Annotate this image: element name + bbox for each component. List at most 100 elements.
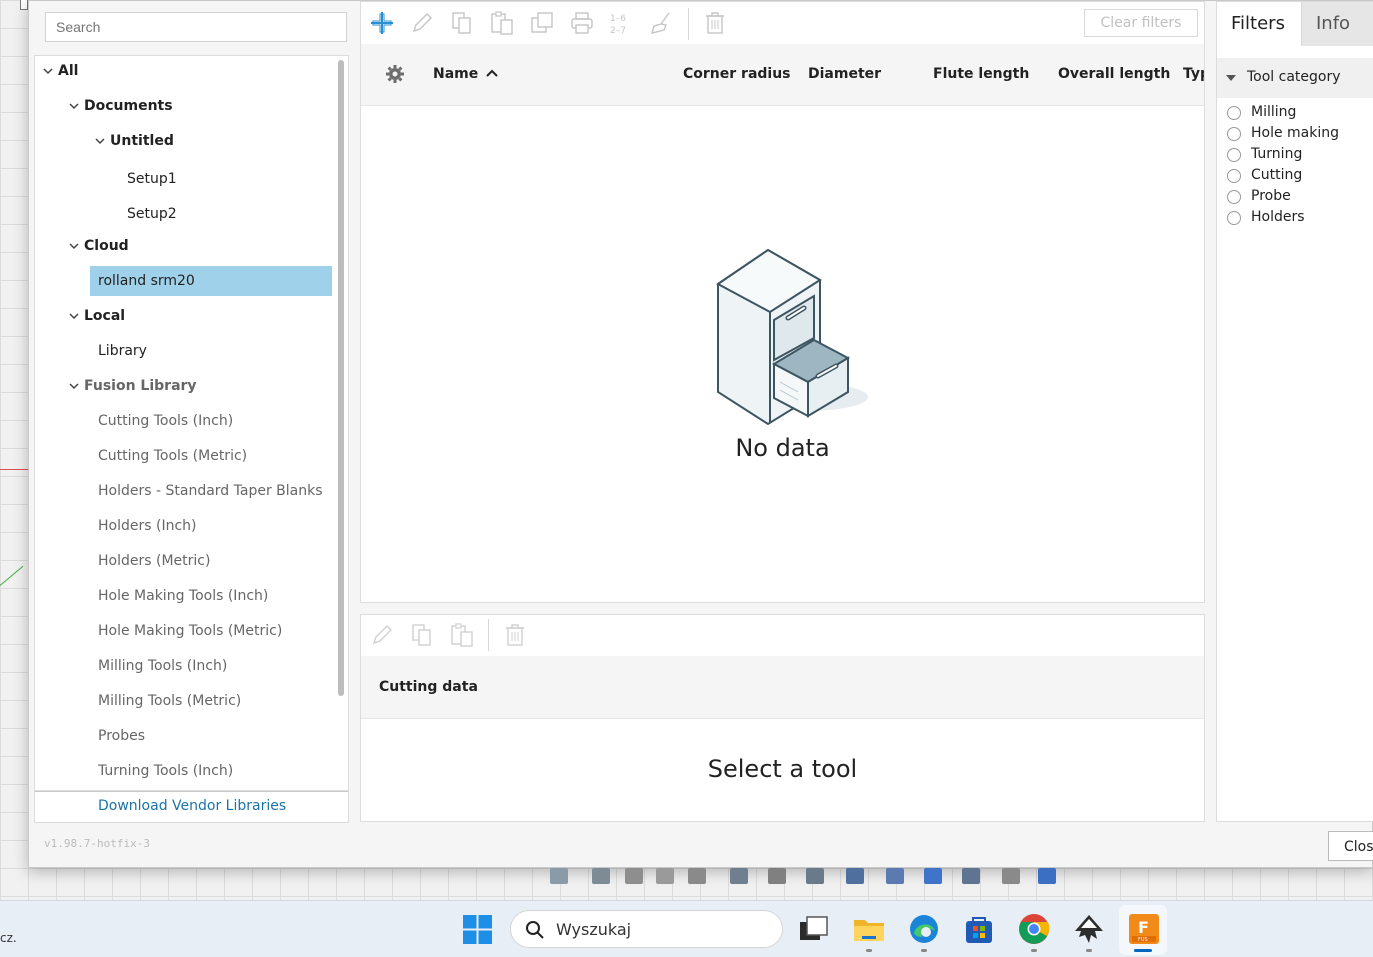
tool-category-header[interactable]: Tool category [1217,58,1373,98]
trash-icon [506,624,524,646]
edit-button[interactable] [409,10,435,36]
delete-cutting-button[interactable] [502,622,528,648]
render-icon[interactable] [924,868,942,884]
tree-item-label: Documents [84,98,173,114]
tree-item-holders-standard-taper[interactable]: Holders - Standard Taper Blanks [98,476,323,506]
rotate-icon[interactable] [886,868,904,884]
category-label: Probe [1251,188,1291,204]
pan-icon[interactable] [625,868,643,884]
tree-item-setup2[interactable]: Setup2 [127,199,177,229]
tree-item-documents[interactable]: Documents [84,91,173,121]
viewports-icon[interactable] [806,868,824,884]
paste-button[interactable] [489,10,515,36]
windows-start-icon[interactable] [463,915,492,944]
tree-item-label: Holders (Inch) [98,518,197,534]
renumber-button[interactable]: 1–6 2–7 [609,10,635,36]
chevron-down-icon[interactable] [69,101,79,111]
tab-info[interactable]: Info [1301,2,1373,46]
tree-item-milling-tools-inch[interactable]: Milling Tools (Inch) [98,651,227,681]
inkscape-icon[interactable] [1073,913,1105,945]
download-row: Download Vendor Libraries [34,791,349,823]
chevron-down-icon[interactable] [69,241,79,251]
taskbar-search-box[interactable]: Wyszukaj [510,910,783,948]
column-corner-radius[interactable]: Corner radius [683,66,791,82]
display-icon[interactable] [730,868,748,884]
section-icon[interactable] [846,868,864,884]
radio-button[interactable] [1227,190,1241,204]
tab-filters[interactable]: Filters [1217,2,1301,46]
task-view-icon[interactable] [798,913,830,945]
tree-item-label: Cutting Tools (Inch) [98,413,234,429]
tree-item-label: Hole Making Tools (Inch) [98,588,269,604]
column-name[interactable]: Name [433,66,498,82]
chevron-down-icon[interactable] [43,66,53,76]
fusion-360-icon[interactable]: F FUS [1128,913,1160,945]
column-flute-length[interactable]: Flute length [933,66,1029,82]
tree-item-all[interactable]: All [58,56,78,86]
gear-icon[interactable] [385,64,405,84]
trash-icon [706,12,724,34]
microsoft-store-icon[interactable] [963,913,995,945]
tree-item-holders-inch[interactable]: Holders (Inch) [98,511,196,541]
fit-icon[interactable] [688,868,706,884]
tree-item-untitled[interactable]: Untitled [110,126,174,156]
tree-item-hole-making-inch[interactable]: Hole Making Tools (Inch) [98,581,268,611]
chevron-down-icon[interactable] [69,381,79,391]
duplicate-button[interactable] [529,10,555,36]
clear-filters-button[interactable]: Clear filters [1084,9,1198,37]
download-vendor-libraries-link[interactable]: Download Vendor Libraries [98,798,286,814]
tree-item-label: All [58,63,79,79]
category-label: Milling [1251,104,1297,120]
running-indicator [1086,949,1092,952]
paste-icon [491,11,513,35]
tree-item-rolland-srm20[interactable]: rolland srm20 [90,266,332,296]
version-label: v1.98.7-hotfix-3 [44,837,150,850]
orbit-icon[interactable] [550,868,568,884]
tree-item-turning-tools-inch[interactable]: Turning Tools (Inch) [98,756,233,786]
tree-item-holders-metric[interactable]: Holders (Metric) [98,546,210,576]
chevron-down-icon[interactable] [95,136,105,146]
radio-button[interactable] [1227,211,1241,225]
close-button[interactable]: Clos [1328,831,1373,861]
radio-button[interactable] [1227,127,1241,141]
add-tool-button[interactable] [369,10,395,36]
radio-button[interactable] [1227,106,1241,120]
filter-icon[interactable] [1002,868,1020,884]
zoom-icon[interactable] [656,868,674,884]
tree-item-cutting-tools-inch[interactable]: Cutting Tools (Inch) [98,406,233,436]
tree-item-setup1[interactable]: Setup1 [127,164,177,194]
tree-item-probes[interactable]: Probes [98,721,145,751]
radio-button[interactable] [1227,169,1241,183]
paste-cutting-button[interactable] [449,622,475,648]
copy-cutting-button[interactable] [409,622,435,648]
file-explorer-icon[interactable] [853,913,885,945]
renumber-icon: 1–62–7 [610,14,626,36]
tree-item-local[interactable]: Local [84,301,125,331]
environment-icon[interactable] [1038,868,1056,884]
delete-button[interactable] [702,10,728,36]
tree-item-hole-making-metric[interactable]: Hole Making Tools (Metric) [98,616,282,646]
print-button[interactable] [569,10,595,36]
camera-icon[interactable] [962,868,980,884]
column-diameter[interactable]: Diameter [808,66,881,82]
tree-item-fusion-library[interactable]: Fusion Library [84,371,197,401]
tree-item-library[interactable]: Library [98,336,147,366]
toolbar-separator [488,619,489,651]
tree-item-cutting-tools-metric[interactable]: Cutting Tools (Metric) [98,441,247,471]
tree-scrollbar[interactable] [338,60,344,696]
look-at-icon[interactable] [592,868,610,884]
column-overall-length[interactable]: Overall length [1058,66,1170,82]
tree-item-milling-tools-metric[interactable]: Milling Tools (Metric) [98,686,241,716]
cleanup-button[interactable] [649,10,675,36]
cad-navigation-toolbar [548,866,1078,888]
edge-browser-icon[interactable] [908,913,940,945]
edit-cutting-button[interactable] [369,622,395,648]
radio-button[interactable] [1227,148,1241,162]
chrome-browser-icon[interactable] [1018,913,1050,945]
grid-icon[interactable] [768,868,786,884]
search-input[interactable] [45,12,347,42]
chevron-down-icon[interactable] [69,311,79,321]
column-type[interactable]: Typ [1183,66,1204,82]
tree-item-cloud[interactable]: Cloud [84,231,129,261]
copy-button[interactable] [449,10,475,36]
